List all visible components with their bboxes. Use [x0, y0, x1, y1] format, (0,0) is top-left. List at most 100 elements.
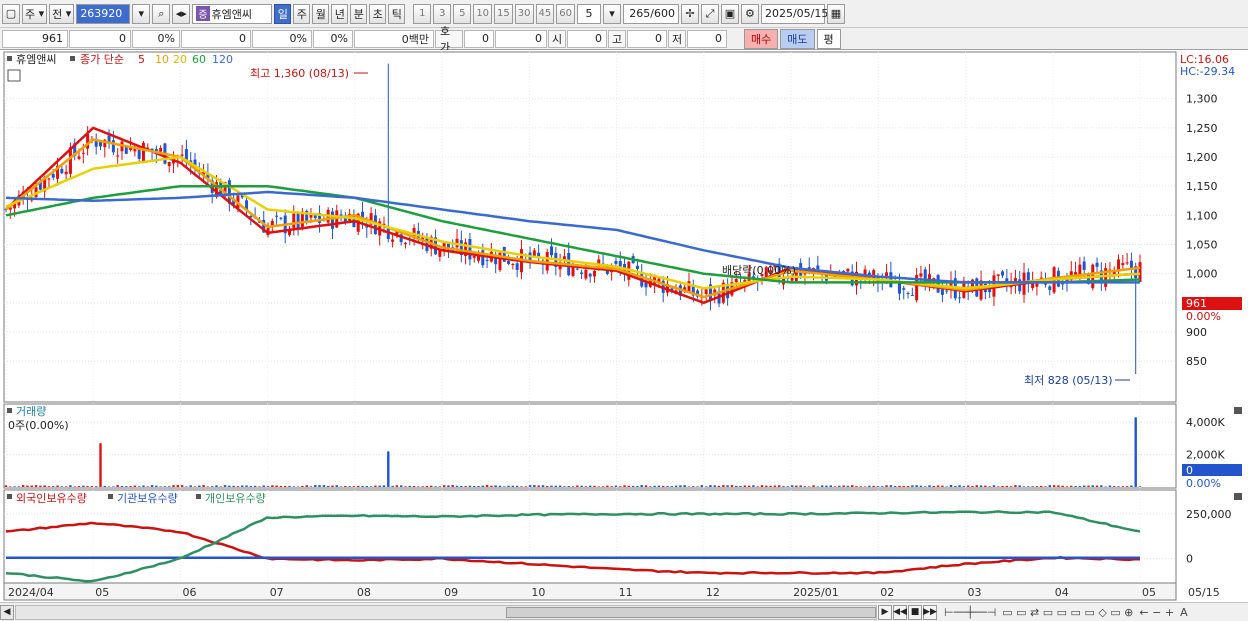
volume-bar	[284, 485, 287, 487]
trend-icon[interactable]: ⤢	[700, 3, 719, 24]
candle-body	[116, 155, 120, 157]
holdings-close-icon[interactable]	[1234, 493, 1242, 500]
period-button-0[interactable]: 일	[274, 3, 292, 24]
volume-bar	[601, 486, 605, 487]
scroll-thumb[interactable]	[506, 606, 876, 618]
volume-bar	[614, 485, 618, 487]
volume-bar	[524, 486, 527, 487]
volume-bar	[223, 485, 227, 487]
count-field[interactable]: 265/600	[622, 3, 679, 24]
volume-bar	[481, 485, 484, 487]
candle-body	[511, 264, 515, 266]
search-icon[interactable]: ⌕	[152, 3, 171, 24]
volume-current-pct: 0.00%	[1186, 477, 1221, 490]
volume-bar	[434, 486, 437, 487]
stop-icon[interactable]: ■	[908, 604, 922, 620]
volume-bar	[722, 485, 725, 487]
mode-select[interactable]: 전 ▾	[49, 3, 75, 24]
table-icon[interactable]	[7, 69, 21, 82]
holdings-y-tick: 250,000	[1186, 508, 1232, 521]
volume-close-icon[interactable]	[1234, 407, 1242, 414]
zoom-controls[interactable]: ← − +	[1139, 606, 1174, 619]
open-value: 0	[567, 29, 607, 48]
period-button-5[interactable]: 초	[369, 3, 387, 24]
volume-bar	[103, 485, 106, 487]
stock-code-input[interactable]: 263920	[76, 3, 131, 24]
font-size-icon[interactable]: A	[1180, 606, 1188, 619]
code-dropdown-icon[interactable]: ▾	[132, 3, 151, 24]
tick-button-1[interactable]: 1	[413, 3, 432, 24]
volume-bar	[593, 485, 596, 487]
window-icon[interactable]: ▢	[2, 3, 20, 24]
save-icon[interactable]: ▣	[720, 3, 739, 24]
volume-y-tick: 2,000K	[1186, 449, 1225, 462]
crosshair-icon[interactable]: ✢	[680, 3, 699, 24]
candle-body	[279, 217, 283, 219]
volume-bar	[163, 486, 167, 487]
scroll-left-icon[interactable]: ◀	[0, 604, 14, 620]
candle-body	[550, 246, 554, 256]
price-y-tick: 1,300	[1186, 93, 1218, 106]
gear-icon[interactable]: ⚙	[740, 3, 759, 24]
low-value: 0	[687, 29, 727, 48]
price-y-tick: 850	[1186, 355, 1207, 368]
eval-button[interactable]: 평	[816, 28, 841, 49]
volume-bar	[640, 485, 643, 487]
volume-bar	[198, 485, 201, 487]
period-button-3[interactable]: 년	[331, 3, 349, 24]
candle-body	[816, 265, 820, 270]
volume-bar	[236, 486, 240, 487]
volume-bar	[73, 486, 76, 487]
period-button-1[interactable]: 주	[293, 3, 311, 24]
speaker-icon[interactable]: ◂▸	[172, 3, 191, 24]
stock-name-field[interactable]: 증 휴엠앤씨	[192, 3, 273, 24]
candle-body	[919, 273, 923, 277]
tick-button-15[interactable]: 15	[494, 3, 513, 24]
volume-bar	[803, 486, 807, 487]
period-button-6[interactable]: 틱	[388, 3, 406, 24]
tick-button-10[interactable]: 10	[473, 3, 493, 24]
rewind-icon[interactable]: ◀◀	[893, 604, 907, 620]
layout-icons[interactable]: ▭ ▭ ⇄ ▭ ▭ ▭ ▭ ◇ ▭ ⊕	[1002, 606, 1133, 619]
buy-button[interactable]: 매수	[744, 28, 779, 49]
tick-dropdown-icon[interactable]: ▾	[602, 3, 621, 24]
date-field[interactable]: 2025/05/15	[760, 3, 828, 24]
volume-bar	[305, 485, 308, 487]
calendar-icon[interactable]: ▦	[826, 3, 845, 24]
zoom-slider[interactable]: ⊢──┼──⊣	[944, 606, 996, 619]
volume-bar	[1061, 485, 1064, 487]
volume-bar	[60, 486, 64, 487]
scroll-track[interactable]	[15, 604, 877, 620]
tick-button-5[interactable]: 5	[453, 3, 472, 24]
volume-bar	[936, 485, 940, 487]
volume-bar	[507, 485, 510, 487]
volume-bar	[1005, 485, 1009, 487]
tick-select[interactable]: 5	[576, 3, 601, 24]
chart-area[interactable]: 4,000K 2,000K 250,000 0 1,300 1,250 1,200 1,1…	[0, 50, 1248, 602]
period-button-2[interactable]: 월	[312, 3, 330, 24]
volume-bar	[331, 485, 334, 487]
sell-button[interactable]: 매도	[780, 28, 815, 49]
volume-bar	[876, 486, 880, 487]
volume-bar	[949, 485, 953, 487]
candle-body	[64, 171, 68, 175]
period-type-select[interactable]: 주 ▾	[22, 3, 48, 24]
tick-button-3[interactable]: 3	[433, 3, 452, 24]
chart-svg[interactable]: 4,000K 2,000K 250,000 0 1,300 1,250 1,200 1,1…	[0, 50, 1248, 602]
candle-body	[588, 273, 592, 277]
volume-bar	[868, 485, 871, 487]
candle-body	[575, 268, 579, 270]
current-pct: 0.00%	[1186, 310, 1221, 323]
volume-bar	[1070, 485, 1073, 487]
volume-bar	[159, 486, 162, 487]
tick-button-60[interactable]: 60	[556, 3, 575, 24]
volume-bar	[696, 486, 699, 487]
fast-forward-icon[interactable]: ▶▶	[923, 604, 937, 620]
volume-bar	[842, 485, 845, 487]
quote-change: 0	[69, 29, 131, 48]
tick-button-30[interactable]: 30	[514, 3, 534, 24]
period-button-4[interactable]: 분	[350, 3, 368, 24]
volume-bar	[344, 485, 347, 487]
tick-button-45[interactable]: 45	[535, 3, 555, 24]
scroll-right-icon[interactable]: ▶	[878, 604, 892, 620]
